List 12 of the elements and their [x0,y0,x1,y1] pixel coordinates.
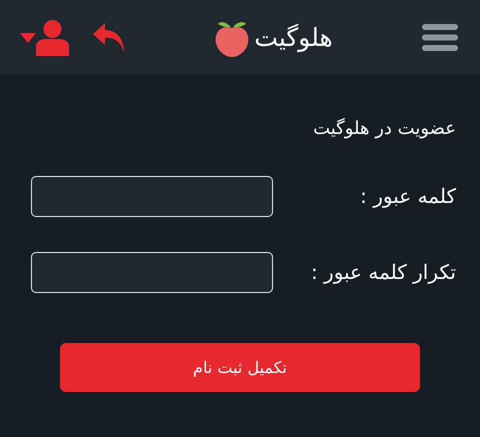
field-label: تکرار کلمه عبور : [310,259,456,286]
reply-icon[interactable] [93,22,125,52]
app-title: هلوگیت [254,22,333,54]
password-field[interactable] [31,252,273,292]
menu-icon[interactable] [422,24,458,51]
field-label: کلمه عبور : [360,183,456,210]
password-field[interactable] [31,176,273,216]
user-menu-button[interactable] [20,20,69,56]
page-heading: عضویت در هلوگیت [312,117,457,141]
submit-button[interactable]: تکمیل ثبت نام [60,343,420,392]
caret-icon [20,32,36,42]
user-icon [36,20,69,56]
